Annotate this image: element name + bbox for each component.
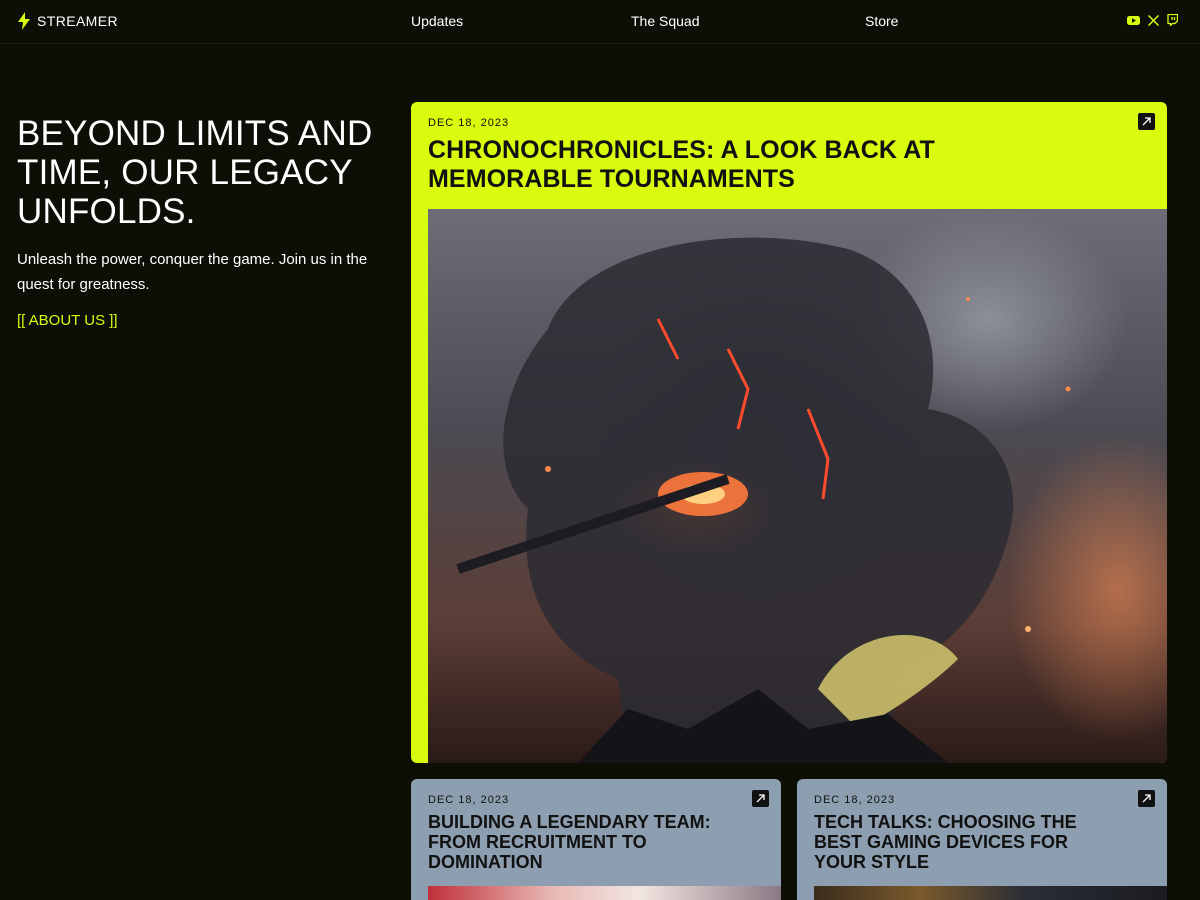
twitch-icon[interactable]	[1167, 14, 1178, 26]
open-article-button[interactable]	[1138, 113, 1155, 130]
top-nav: STREAMER Updates The Squad Store	[0, 0, 1200, 44]
nav-link-the-squad[interactable]: The Squad	[631, 13, 700, 29]
hero-subtitle: Unleash the power, conquer the game. Joi…	[17, 251, 368, 293]
article-cover-image	[428, 886, 781, 900]
featured-article-card[interactable]: DEC 18, 2023 CHRONOCHRONICLES: A LOOK BA…	[411, 102, 1167, 763]
article-date: DEC 18, 2023	[428, 794, 510, 806]
article-title: CHRONOCHRONICLES: A LOOK BACK AT MEMORAB…	[428, 136, 935, 193]
nav-link-store[interactable]: Store	[865, 13, 898, 29]
brand-name: STREAMER	[37, 13, 118, 29]
article-title: BUILDING A LEGENDARY TEAM: FROM RECRUITM…	[428, 812, 711, 872]
article-date: DEC 18, 2023	[428, 117, 510, 129]
article-cover-image	[428, 209, 1167, 763]
arrow-up-right-icon	[1142, 794, 1151, 803]
article-card[interactable]: DEC 18, 2023 BUILDING A LEGENDARY TEAM: …	[411, 779, 781, 900]
social-links	[1127, 14, 1178, 26]
nav-link-updates[interactable]: Updates	[411, 13, 463, 29]
article-cover-image	[814, 886, 1167, 900]
open-article-button[interactable]	[1138, 790, 1155, 807]
article-card[interactable]: DEC 18, 2023 TECH TALKS: CHOOSING THE BE…	[797, 779, 1167, 900]
brand-logo[interactable]: STREAMER	[17, 12, 118, 30]
open-article-button[interactable]	[752, 790, 769, 807]
arrow-up-right-icon	[756, 794, 765, 803]
arrow-up-right-icon	[1142, 117, 1151, 126]
lightning-bolt-icon	[18, 12, 30, 30]
x-icon[interactable]	[1148, 14, 1159, 26]
hero-title: BEYOND LIMITS AND TIME, OUR LEGACY UNFOL…	[17, 114, 373, 231]
article-date: DEC 18, 2023	[814, 794, 896, 806]
article-title: TECH TALKS: CHOOSING THE BEST GAMING DEV…	[814, 812, 1077, 872]
about-us-link[interactable]: [[ ABOUT US ]]	[17, 310, 118, 332]
youtube-icon[interactable]	[1127, 15, 1140, 26]
